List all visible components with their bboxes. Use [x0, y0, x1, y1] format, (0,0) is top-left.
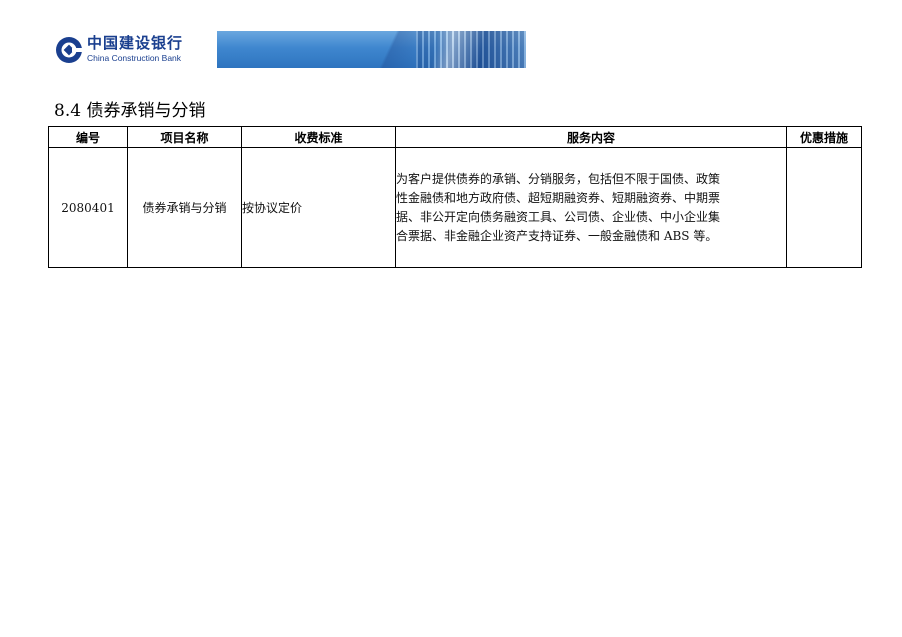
header-code: 编号 — [48, 126, 128, 148]
header-discount: 优惠措施 — [786, 126, 862, 148]
cell-project-name: 债券承销与分销 — [127, 147, 242, 268]
section-title: 8.4 债券承销与分销 — [54, 101, 206, 121]
header-fee-standard: 收费标准 — [241, 126, 396, 148]
logo-english-name: China Construction Bank — [87, 53, 182, 64]
service-content-line: 性金融债和地方政府债、超短期融资券、短期融资券、中期票 — [396, 190, 721, 205]
header-project-name: 项目名称 — [127, 126, 242, 148]
table-header-row: 编号 项目名称 收费标准 服务内容 优惠措施 — [48, 126, 862, 148]
cell-discount — [786, 147, 862, 268]
header-service-content: 服务内容 — [395, 126, 787, 148]
service-content-line: 为客户提供债券的承销、分销服务，包括但不限于国债、政策 — [396, 171, 721, 186]
ccb-logo-icon — [56, 36, 83, 63]
fee-table: 编号 项目名称 收费标准 服务内容 优惠措施 2080401 债券承销与分销 按… — [48, 126, 862, 268]
cell-service-content: 为客户提供债券的承销、分销服务，包括但不限于国债、政策 性金融债和地方政府债、超… — [395, 147, 787, 268]
bank-logo: 中国建设银行 China Construction Bank — [54, 31, 217, 68]
service-content-line: 据、非公开定向债务融资工具、公司债、企业债、中小企业集 — [396, 209, 721, 224]
banner-building-image — [217, 31, 526, 68]
service-content-line: 合票据、非金融企业资产支持证券、一般金融债和 ABS 等。 — [396, 228, 718, 243]
logo-chinese-name: 中国建设银行 — [87, 34, 184, 53]
table-row: 2080401 债券承销与分销 按协议定价 为客户提供债券的承销、分销服务，包括… — [48, 147, 862, 268]
header-banner: 中国建设银行 China Construction Bank — [54, 31, 526, 68]
cell-fee-standard: 按协议定价 — [241, 147, 396, 268]
cell-code: 2080401 — [48, 147, 128, 268]
